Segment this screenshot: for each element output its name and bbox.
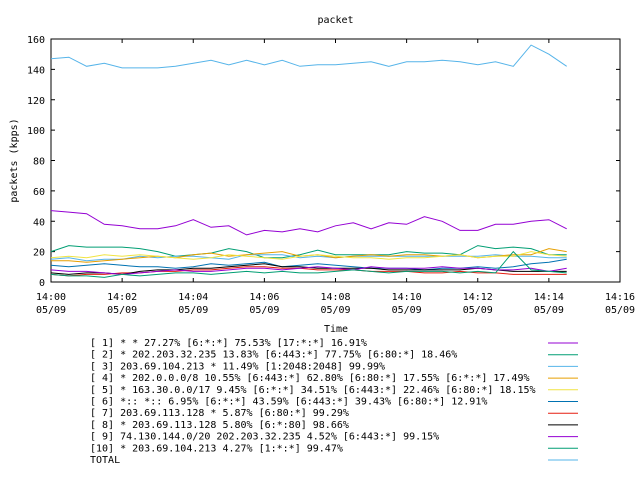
x-tick-label-date: 05/09 [107,305,137,316]
series-lines [50,44,567,278]
legend-label: [ 1] * * 27.27% [6:*:*] 75.53% [17:*:*] … [90,338,367,349]
y-tick-label: 80 [33,157,45,168]
y-axis-label: packets (kpps) [9,118,20,202]
legend-label: [ 9] 74.130.144.0/20 202.203.32.235 4.52… [90,432,439,443]
chart-title: packet [317,15,353,26]
x-tick-label-time: 14:06 [249,292,279,303]
legend-label: [ 3] 203.69.104.213 * 11.49% [1:2048:204… [90,361,385,372]
series-line-6 [50,258,567,271]
series-line-1 [50,210,567,236]
legend-label: [10] * 203.69.104.213 4.27% [1:*:*] 99.4… [90,443,343,454]
y-tick-label: 60 [33,187,45,198]
x-tick-label-date: 05/09 [605,305,635,316]
x-tick-label-time: 14:08 [320,292,350,303]
legend-label: [ 5] * 163.30.0.0/17 9.45% [6:*:*] 34.51… [90,385,536,396]
legend: [ 1] * * 27.27% [6:*:*] 75.53% [17:*:*] … [90,338,578,466]
x-tick-label-time: 14:00 [36,292,66,303]
y-tick-label: 40 [33,217,45,228]
y-tick-label: 120 [27,96,45,107]
series-line-11 [50,44,567,69]
y-tick-label: 160 [27,35,45,46]
chart: packet packets (kpps) Time 0 20 40 60 80 100 1… [9,15,635,466]
plot-frame [50,38,621,283]
x-tick-label-time: 14:02 [107,292,137,303]
y-tick-label: 20 [33,248,45,259]
x-axis-label: Time [324,324,348,335]
x-tick-label-date: 05/09 [392,305,422,316]
x-tick-label-date: 05/09 [178,305,208,316]
x-tick-label-date: 05/09 [463,305,493,316]
y-tick-label: 140 [27,65,45,76]
x-tick-label-time: 14:04 [178,292,208,303]
x-tick-label-time: 14:16 [605,292,635,303]
x-tick-label-date: 05/09 [534,305,564,316]
y-axis-ticks: 0 20 40 60 80 100 120 140 160 [27,35,620,289]
legend-label: [ 6] *:: *:: 6.95% [6:*:*] 43.59% [6:443… [90,397,487,408]
legend-label: [ 4] * 202.0.0.0/8 10.55% [6:443:*] 62.8… [90,373,530,384]
x-tick-label-date: 05/09 [249,305,279,316]
legend-label: TOTAL [90,455,120,466]
legend-label: [ 2] * 202.203.32.235 13.83% [6:443:*] 7… [90,350,457,361]
y-tick-label: 100 [27,126,45,137]
legend-label: [ 8] * 203.69.113.128 5.80% [6:*:80] 98.… [90,420,349,431]
x-tick-label-time: 14:10 [392,292,422,303]
y-tick-label: 0 [39,278,45,289]
x-tick-label-date: 05/09 [36,305,66,316]
legend-label: [ 7] 203.69.113.128 * 5.87% [6:80:*] 99.… [90,408,349,419]
x-tick-label-date: 05/09 [320,305,350,316]
x-tick-label-time: 14:12 [463,292,493,303]
x-tick-label-time: 14:14 [534,292,564,303]
